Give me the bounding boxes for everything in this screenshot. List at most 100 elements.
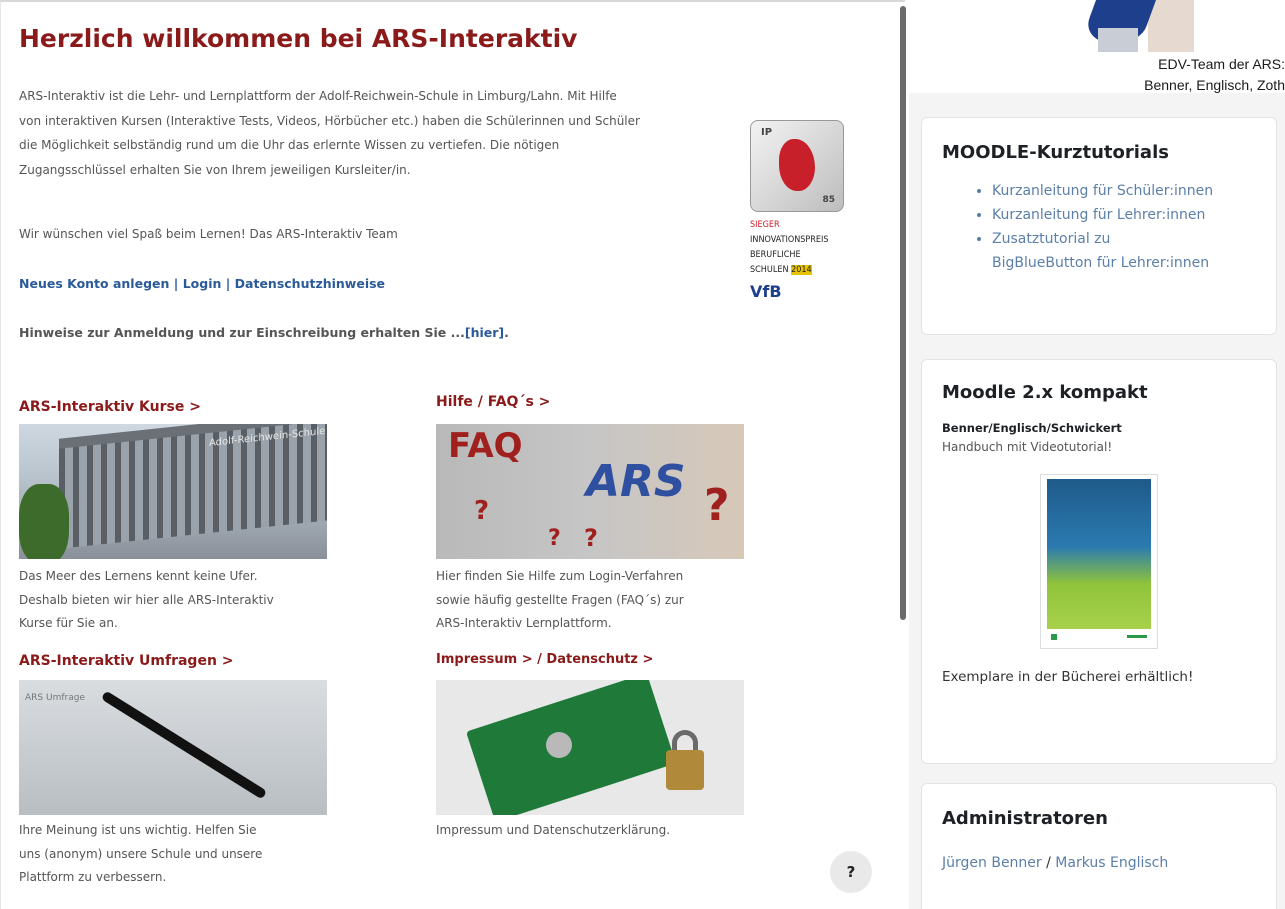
desc-line: uns (anonym) unsere Schule und unsere — [19, 846, 263, 861]
intro-line: Zugangsschlüssel erhalten Sie von Ihrem … — [19, 162, 411, 177]
registration-hint: Hinweise zur Anmeldung und zur Einschrei… — [19, 325, 509, 340]
tutorial-teachers-link[interactable]: Kurzanleitung für Lehrer:innen — [992, 207, 1205, 223]
admin-link-englisch[interactable]: Markus Englisch — [1055, 855, 1168, 871]
desc-line: ARS-Interaktiv Lernplattform. — [436, 616, 612, 630]
question-mark-icon: ? — [584, 524, 598, 552]
tutorial-item: Zusatztutorial zu BigBlueButton für Lehre… — [992, 227, 1256, 275]
page-title: Herzlich willkommen bei ARS-Interaktiv — [19, 24, 578, 53]
faq-image[interactable]: FAQ ARS ? ? ? ? — [436, 424, 744, 559]
tile-desc-imprint: Impressum und Datenschutzerklärung. — [436, 819, 751, 843]
help-button[interactable]: ? — [830, 851, 872, 893]
tree-shape — [19, 484, 69, 559]
desc-line: Plattform zu verbessern. — [19, 870, 167, 884]
account-links: Neues Konto anlegen | Login | Datenschut… — [19, 276, 385, 291]
tutorials-list: Kurzanleitung für Schüler:innen Kurzanle… — [942, 179, 1256, 275]
book-subtitle: Handbuch mit Videotutorial! — [942, 440, 1113, 454]
link-separator: | — [221, 276, 235, 291]
survey-image[interactable]: ARS Umfrage — [19, 680, 327, 815]
tutorials-card: MOODLE-Kurztutorials Kurzanleitung für S… — [921, 117, 1277, 335]
login-link[interactable]: Login — [183, 276, 222, 291]
greeting-text: Wir wünschen viel Spaß beim Lernen! Das … — [19, 227, 398, 241]
tutorial-bbb-line: BigBlueButton für Lehrer:innen — [992, 255, 1210, 271]
admin-link-benner[interactable]: Jürgen Benner — [942, 855, 1042, 871]
hesse-map-icon — [779, 139, 815, 191]
book-card: Moodle 2.x kompakt Benner/Englisch/Schwi… — [921, 359, 1277, 764]
intro-line: die Möglichkeit selbständig rund um die … — [19, 138, 560, 152]
admin-separator: / — [1041, 855, 1056, 871]
tile-desc-courses: Das Meer des Lernens kennt keine Ufer. D… — [19, 565, 334, 636]
admins-title: Administratoren — [942, 808, 1108, 829]
edv-line: Benner, Englisch, Zoth — [1144, 77, 1285, 93]
award-small-year: 85 — [822, 195, 835, 205]
book-cover-image[interactable] — [1040, 474, 1158, 649]
link-separator: | — [169, 276, 183, 291]
award-line: BERUFLICHE — [750, 250, 801, 260]
ars-logo-image — [1088, 0, 1194, 52]
desc-line: Impressum und Datenschutzerklärung. — [436, 823, 671, 837]
tile-heading-surveys[interactable]: ARS-Interaktiv Umfragen > — [19, 653, 234, 669]
book-title: Moodle 2.x kompakt — [942, 382, 1148, 403]
desc-line: Kurse für Sie an. — [19, 616, 118, 630]
tile-heading-courses[interactable]: ARS-Interaktiv Kurse > — [19, 399, 201, 415]
award-text: SIEGER INNOVATIONSPREIS BERUFLICHE SCHUL… — [750, 218, 846, 278]
admins-card: Administratoren Jürgen Benner / Markus E… — [921, 783, 1277, 909]
admins-list: Jürgen Benner / Markus Englisch — [942, 855, 1256, 871]
book-cover-wrap — [942, 474, 1256, 649]
award-line: INNOVATIONSPREIS — [750, 235, 829, 245]
innovation-award-badge: IP 85 SIEGER INNOVATIONSPREIS BERUFLICHE… — [750, 120, 846, 330]
book-logo-dot — [1051, 634, 1057, 640]
tutorial-item: Kurzanleitung für Lehrer:innen — [992, 203, 1256, 227]
logo-beige-block — [1148, 0, 1194, 52]
logo-grey-block — [1098, 28, 1138, 52]
hint-suffix: . — [504, 325, 509, 340]
privacy-link[interactable]: Datenschutzhinweise — [235, 276, 385, 291]
ars-image-text: ARS — [586, 456, 686, 507]
intro-text: ARS-Interaktiv ist die Lehr- und Lernpla… — [19, 84, 744, 182]
award-line: SIEGER — [750, 220, 780, 230]
intro-line: von interaktiven Kursen (Interaktive Tes… — [19, 113, 640, 128]
award-year: 2014 — [791, 265, 812, 275]
desc-line: Deshalb bieten wir hier alle ARS-Interak… — [19, 592, 274, 607]
tutorial-bbb-line: Zusatztutorial zu — [992, 231, 1111, 247]
survey-form-text: ARS Umfrage — [25, 693, 85, 703]
tile-heading-faq[interactable]: Hilfe / FAQ´s > — [436, 394, 550, 410]
book-logo-bar — [1127, 635, 1147, 638]
hint-here-link[interactable]: [hier] — [465, 325, 504, 340]
desc-line: sowie häufig gestellte Fragen (FAQ´s) zu… — [436, 592, 684, 607]
edv-team-text: EDV-Team der ARS: Benner, Englisch, Zoth — [1055, 54, 1285, 96]
main-content: Herzlich willkommen bei ARS-Interaktiv A… — [0, 0, 906, 909]
desc-line: Das Meer des Lernens kennt keine Ufer. — [19, 569, 258, 583]
tile-desc-faq: Hier finden Sie Hilfe zum Login-Verfahre… — [436, 565, 751, 636]
tile-heading-imprint[interactable]: Impressum > / Datenschutz > — [436, 652, 653, 667]
edv-line: EDV-Team der ARS: — [1158, 56, 1285, 72]
question-mark-icon: ? — [548, 526, 561, 551]
faq-image-text: FAQ — [448, 426, 523, 466]
book-cover-art — [1047, 479, 1151, 629]
intro-line: ARS-Interaktiv ist die Lehr- und Lernpla… — [19, 89, 617, 103]
award-key-image: IP 85 — [750, 120, 844, 212]
school-building-image[interactable]: Adolf-Reichwein-Schule — [19, 424, 327, 559]
question-mark-icon: ? — [474, 496, 490, 526]
padlock-icon — [666, 750, 704, 790]
pen-icon — [100, 690, 268, 800]
tutorial-item: Kurzanleitung für Schüler:innen — [992, 179, 1256, 203]
disk-platter — [546, 732, 572, 758]
tutorial-students-link[interactable]: Kurzanleitung für Schüler:innen — [992, 183, 1213, 199]
book-availability: Exemplare in der Bücherei erhältlich! — [942, 669, 1194, 685]
scrollbar[interactable] — [900, 6, 906, 620]
vfb-logo: VfB — [750, 282, 782, 301]
tile-desc-surveys: Ihre Meinung ist uns wichtig. Helfen Sie… — [19, 819, 334, 890]
sidebar: EDV-Team der ARS: Benner, Englisch, Zoth… — [909, 0, 1285, 909]
new-account-link[interactable]: Neues Konto anlegen — [19, 276, 169, 291]
harddrive-lock-image[interactable] — [436, 680, 744, 815]
desc-line: Ihre Meinung ist uns wichtig. Helfen Sie — [19, 823, 257, 837]
hint-text: Hinweise zur Anmeldung und zur Einschrei… — [19, 325, 465, 340]
tutorial-bbb-link[interactable]: Zusatztutorial zu BigBlueButton für Lehre… — [992, 231, 1209, 271]
tutorials-title: MOODLE-Kurztutorials — [942, 142, 1169, 163]
award-line: SCHULEN 2014 — [750, 263, 846, 278]
question-mark-icon: ? — [704, 480, 730, 531]
award-ip-label: IP — [761, 127, 773, 138]
book-authors: Benner/Englisch/Schwickert — [942, 421, 1122, 435]
desc-line: Hier finden Sie Hilfe zum Login-Verfahre… — [436, 569, 684, 583]
award-line: SCHULEN — [750, 265, 789, 275]
